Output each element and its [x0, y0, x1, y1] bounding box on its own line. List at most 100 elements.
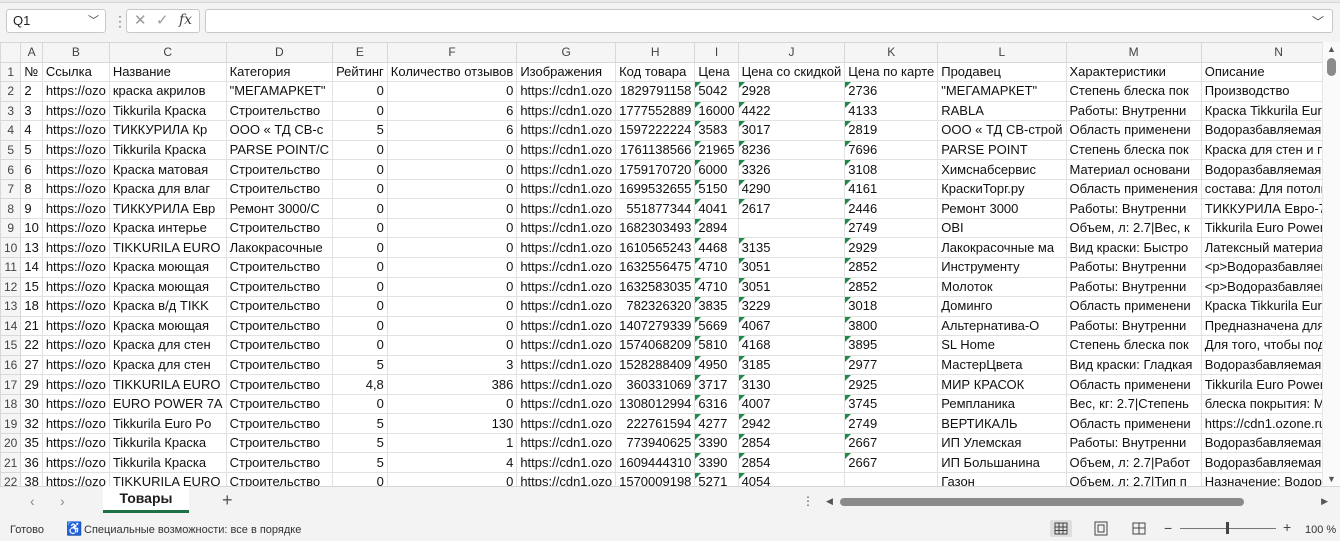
- cell[interactable]: 0: [386, 315, 518, 337]
- cell[interactable]: 21: [20, 315, 43, 337]
- cell[interactable]: 1682303493: [615, 217, 696, 239]
- cell[interactable]: https://cdn1.ozo: [516, 257, 617, 278]
- cell[interactable]: блеска покрытия: Мато: [1200, 393, 1322, 415]
- cell[interactable]: 2736: [844, 81, 939, 102]
- cell[interactable]: 3185: [737, 354, 846, 376]
- cell[interactable]: 2749: [844, 217, 939, 239]
- cell[interactable]: 4168: [737, 335, 846, 356]
- cell[interactable]: №: [20, 61, 43, 83]
- cell[interactable]: 782326320: [615, 296, 696, 317]
- cell[interactable]: Краска для стен и пото: [1200, 139, 1322, 161]
- cell[interactable]: ИП Большанина: [937, 452, 1067, 474]
- cell[interactable]: https://ozo: [41, 296, 110, 317]
- cell[interactable]: 5: [332, 354, 388, 376]
- cell[interactable]: https://cdn1.ozo: [516, 178, 617, 200]
- cell[interactable]: 2852: [844, 257, 939, 278]
- cell[interactable]: 130: [386, 413, 518, 434]
- cell[interactable]: Вид краски: Быстро: [1065, 237, 1202, 259]
- cell[interactable]: Краска для стен: [108, 335, 227, 356]
- cell[interactable]: 5669: [694, 315, 739, 337]
- cell[interactable]: 1407279339: [615, 315, 696, 337]
- cell[interactable]: Tikkurila Краска: [108, 452, 227, 474]
- cell[interactable]: Краска моющая: [108, 276, 227, 298]
- cell[interactable]: https://cdn1.ozo: [516, 159, 617, 180]
- cell[interactable]: 0: [332, 159, 388, 180]
- accessibility-icon[interactable]: ♿: [66, 521, 82, 537]
- cell[interactable]: 1609444310: [615, 452, 696, 474]
- cell[interactable]: Строительство: [225, 217, 334, 239]
- cell[interactable]: Производство: [1200, 81, 1322, 102]
- cell[interactable]: 2925: [844, 374, 939, 395]
- cell[interactable]: Категория: [225, 61, 334, 83]
- cell[interactable]: 3800: [844, 315, 939, 337]
- cell[interactable]: 2928: [737, 81, 846, 102]
- column-header-h[interactable]: H: [615, 42, 696, 63]
- cell[interactable]: https://ozo: [41, 413, 110, 434]
- cell[interactable]: 5: [20, 139, 43, 161]
- cell[interactable]: 4950: [694, 354, 739, 376]
- cell[interactable]: 3: [386, 354, 518, 376]
- cell[interactable]: 3051: [737, 257, 846, 278]
- cell[interactable]: 3017: [737, 120, 846, 141]
- cell[interactable]: Объем, л: 2.7|Тип п: [1065, 472, 1202, 486]
- column-header-m[interactable]: M: [1065, 42, 1202, 63]
- cell[interactable]: Для того, чтобы подобр: [1200, 335, 1322, 356]
- cell[interactable]: Газон: [937, 472, 1067, 486]
- cell[interactable]: 6: [386, 120, 518, 141]
- cell[interactable]: 1632556475: [615, 257, 696, 278]
- cell[interactable]: https://ozo: [41, 217, 110, 239]
- cell[interactable]: 0: [332, 217, 388, 239]
- cell[interactable]: https://cdn1.ozone.ru/s: [1200, 413, 1322, 434]
- cell[interactable]: Объем, л: 2.7|Работ: [1065, 452, 1202, 474]
- zoom-in-icon[interactable]: +: [1283, 519, 1291, 535]
- cell[interactable]: 4133: [844, 100, 939, 122]
- cell[interactable]: Краска интерье: [108, 217, 227, 239]
- cell[interactable]: 5271: [694, 472, 739, 486]
- name-box[interactable]: Q1 ﹀: [6, 9, 106, 33]
- row-header[interactable]: 19: [0, 413, 22, 434]
- cell[interactable]: Продавец: [937, 61, 1067, 83]
- row-header[interactable]: 3: [0, 100, 22, 122]
- row-header[interactable]: 10: [0, 237, 22, 259]
- cell[interactable]: 0: [332, 315, 388, 337]
- cell[interactable]: Tikkurila Краска: [108, 100, 227, 122]
- cell[interactable]: https://cdn1.ozo: [516, 315, 617, 337]
- cell[interactable]: Tikkurila Euro Po: [108, 413, 227, 434]
- cell[interactable]: 222761594: [615, 413, 696, 434]
- row-header[interactable]: 1: [0, 61, 22, 83]
- cell[interactable]: 4,8: [332, 374, 388, 395]
- zoom-level[interactable]: 100 %: [1305, 524, 1336, 536]
- cell[interactable]: ВЕРТИКАЛЬ: [937, 413, 1067, 434]
- cell[interactable]: Область применени: [1065, 296, 1202, 317]
- cell[interactable]: 4041: [694, 198, 739, 219]
- cell[interactable]: https://ozo: [41, 159, 110, 180]
- expand-formula-icon[interactable]: ﹀: [1312, 13, 1324, 30]
- cell[interactable]: ТИККУРИЛА Кр: [108, 120, 227, 141]
- cell[interactable]: Молоток: [937, 276, 1067, 298]
- normal-view-button[interactable]: [1050, 520, 1072, 537]
- cell[interactable]: Строительство: [225, 413, 334, 434]
- cell[interactable]: 773940625: [615, 432, 696, 454]
- column-header-d[interactable]: D: [225, 42, 334, 63]
- scroll-left-icon[interactable]: ◀: [826, 496, 833, 507]
- cell[interactable]: 2894: [694, 217, 739, 239]
- cell[interactable]: Строительство: [225, 335, 334, 356]
- horizontal-scroll-thumb[interactable]: [840, 498, 1244, 506]
- cell[interactable]: https://cdn1.ozo: [516, 472, 617, 486]
- cell[interactable]: 1528288409: [615, 354, 696, 376]
- cell[interactable]: 32: [20, 413, 43, 434]
- row-header[interactable]: 14: [0, 315, 22, 337]
- cell[interactable]: https://cdn1.ozo: [516, 296, 617, 317]
- cell[interactable]: 551877344: [615, 198, 696, 219]
- cell[interactable]: Ремонт 3000: [937, 198, 1067, 219]
- cell[interactable]: Работы: Внутренни: [1065, 432, 1202, 454]
- cell[interactable]: 1: [386, 432, 518, 454]
- cell[interactable]: https://cdn1.ozo: [516, 374, 617, 395]
- cell[interactable]: Предназначена для окр: [1200, 315, 1322, 337]
- cell[interactable]: Описание: [1200, 61, 1322, 83]
- cell[interactable]: МастерЦвета: [937, 354, 1067, 376]
- chevron-down-icon[interactable]: ﹀: [88, 10, 99, 32]
- cell[interactable]: Краска для стен: [108, 354, 227, 376]
- cell[interactable]: 2819: [844, 120, 939, 141]
- cell[interactable]: 3229: [737, 296, 846, 317]
